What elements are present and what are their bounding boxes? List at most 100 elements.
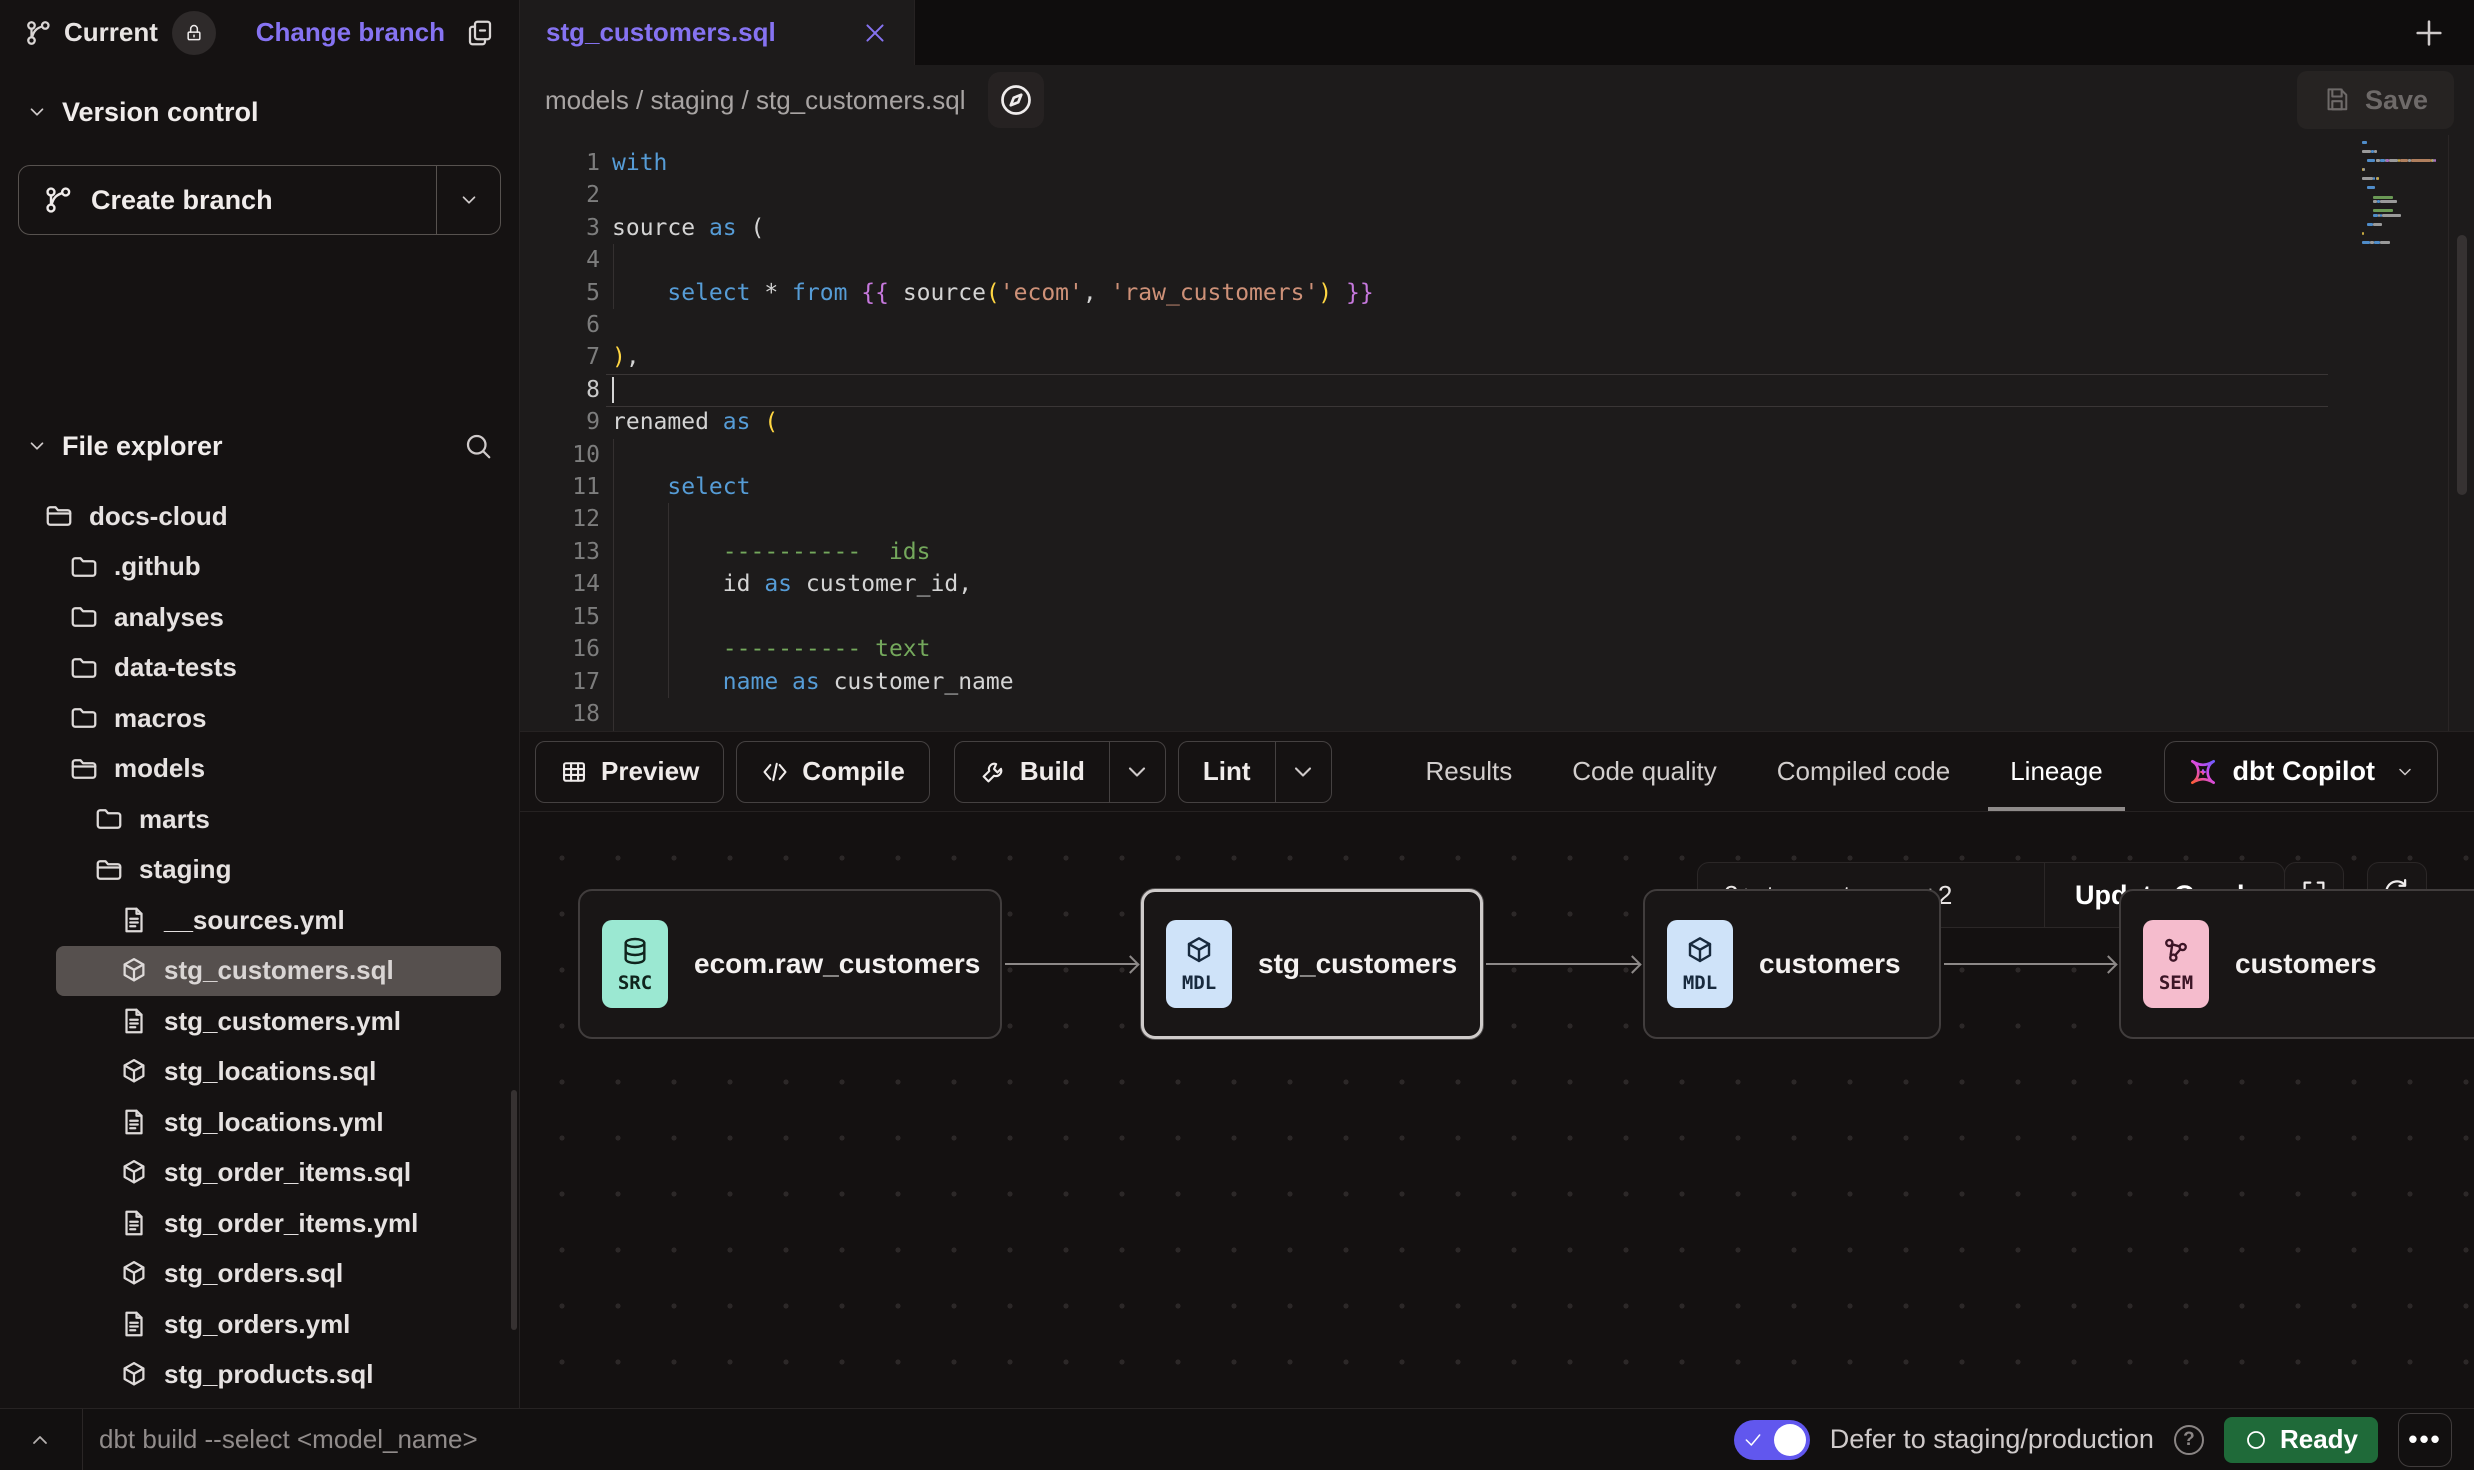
folder-icon	[69, 602, 99, 632]
code-editor[interactable]: 123456789101112131415161718192021222324 …	[520, 135, 2474, 731]
code-line-16: ---------- text	[612, 633, 1374, 665]
tree-item-macros[interactable]: macros	[18, 693, 501, 744]
code-line-17: name as customer_name	[612, 666, 1374, 698]
tab-stg-customers[interactable]: stg_customers.sql	[520, 0, 915, 65]
build-dropdown[interactable]	[1109, 742, 1165, 802]
folder-icon	[69, 703, 99, 733]
tree-item-stg-locations-yml[interactable]: stg_locations.yml	[18, 1097, 501, 1148]
tree-item-label: stg_orders.sql	[164, 1258, 343, 1289]
panel-tab-lineage[interactable]: Lineage	[1980, 732, 2133, 811]
tree-item-docs-cloud[interactable]: docs-cloud	[18, 491, 501, 542]
ready-status-badge[interactable]: Ready	[2224, 1417, 2378, 1463]
tree-item--github[interactable]: .github	[18, 542, 501, 593]
tree-item-stg-order-items-yml[interactable]: stg_order_items.yml	[18, 1198, 501, 1249]
cube-icon	[1183, 935, 1215, 967]
tree-item-label: marts	[139, 804, 210, 835]
tree-item-label: docs-cloud	[89, 501, 228, 532]
dbt-copilot-button[interactable]: dbt Copilot	[2164, 741, 2438, 803]
chevron-up-icon[interactable]	[28, 1428, 52, 1452]
tree-item-stg-customers-sql[interactable]: stg_customers.sql	[56, 946, 501, 997]
tree-item-stg-orders-sql[interactable]: stg_orders.sql	[18, 1249, 501, 1300]
node-label: customers	[1759, 948, 1901, 980]
lineage-node-customers-sem[interactable]: SEMcustomers	[2119, 889, 2474, 1039]
node-label: stg_customers	[1258, 948, 1457, 980]
badge-label: SEM	[2159, 972, 2193, 994]
copy-icon[interactable]	[465, 18, 495, 48]
version-control-header[interactable]: Version control	[18, 87, 501, 137]
code-line-5: select * from {{ source('ecom', 'raw_cus…	[612, 277, 1374, 309]
navigate-button[interactable]	[988, 72, 1044, 128]
code-line-18	[612, 698, 1374, 730]
create-branch-dropdown[interactable]	[436, 166, 500, 234]
panel-tab-code-quality[interactable]: Code quality	[1542, 732, 1747, 811]
help-icon[interactable]: ?	[2174, 1425, 2204, 1455]
cli-command-input[interactable]: dbt build --select <model_name>	[99, 1424, 478, 1455]
lineage-node-customers-mdl[interactable]: MDLcustomers	[1643, 889, 1941, 1039]
lineage-edge	[1944, 963, 2116, 965]
close-icon[interactable]	[862, 20, 888, 46]
tree-item-data-tests[interactable]: data-tests	[18, 643, 501, 694]
code-content: with source as ( select * from {{ source…	[612, 147, 1374, 731]
lint-button[interactable]: Lint	[1178, 741, 1332, 803]
code-line-12	[612, 503, 1374, 535]
mdl-badge: MDL	[1166, 920, 1232, 1008]
lock-icon	[184, 23, 204, 43]
more-options-button[interactable]: •••	[2398, 1413, 2452, 1467]
create-branch-button[interactable]: Create branch	[18, 165, 501, 235]
save-icon	[2323, 86, 2351, 114]
tree-item-stg-orders-yml[interactable]: stg_orders.yml	[18, 1299, 501, 1350]
tree-item-label: models	[114, 753, 205, 784]
line-numbers: 123456789101112131415161718192021222324	[520, 147, 600, 731]
tree-item-staging[interactable]: staging	[18, 845, 501, 896]
sidebar-scrollbar[interactable]	[511, 1090, 517, 1330]
panel-tab-compiled-code[interactable]: Compiled code	[1747, 732, 1980, 811]
dbt-copilot-icon	[2187, 756, 2219, 788]
change-branch-link[interactable]: Change branch	[256, 17, 445, 48]
defer-toggle[interactable]	[1734, 1420, 1810, 1460]
file-explorer-header[interactable]: File explorer	[18, 421, 501, 471]
preview-button[interactable]: Preview	[535, 741, 724, 803]
compile-button[interactable]: Compile	[736, 741, 930, 803]
text-cursor	[612, 377, 614, 403]
tree-item-models[interactable]: models	[18, 744, 501, 795]
build-button[interactable]: Build	[954, 741, 1166, 803]
chevron-down-icon	[1123, 758, 1151, 786]
lineage-node-stg-customers-mdl[interactable]: MDL stg_customers	[1141, 889, 1483, 1039]
tree-item-stg-locations-sql[interactable]: stg_locations.sql	[18, 1047, 501, 1098]
defer-label: Defer to staging/production	[1830, 1424, 2154, 1455]
lint-dropdown[interactable]	[1275, 742, 1331, 802]
tree-item-analyses[interactable]: analyses	[18, 592, 501, 643]
model-icon	[119, 1259, 149, 1289]
editor-tabbar: stg_customers.sql	[520, 0, 2474, 65]
branch-lock-badge	[172, 11, 216, 55]
tree-item-marts[interactable]: marts	[18, 794, 501, 845]
branch-header: Current Change branch	[0, 0, 519, 65]
code-line-2	[612, 179, 1374, 211]
search-icon[interactable]	[463, 431, 493, 461]
folder-icon	[69, 552, 99, 582]
git-branch-icon	[24, 18, 54, 48]
tree-item-stg-products-sql[interactable]: stg_products.sql	[18, 1350, 501, 1401]
file-icon	[119, 1006, 149, 1036]
tree-item-label: analyses	[114, 602, 224, 633]
save-button[interactable]: Save	[2297, 71, 2454, 129]
new-tab-plus-icon[interactable]	[2412, 16, 2446, 50]
code-line-9: renamed as (	[612, 406, 1374, 438]
sidebar: Current Change branch Version control Cr…	[0, 0, 520, 1408]
minimap[interactable]	[2362, 141, 2426, 250]
code-line-14: id as customer_id,	[612, 568, 1374, 600]
lineage-canvas[interactable]: 2+stg_customers+2 Update Graph SRCecom.r…	[520, 811, 2474, 1408]
file-explorer-title: File explorer	[62, 431, 223, 462]
tree-item-label: stg_orders.yml	[164, 1309, 350, 1340]
build-label: Build	[1020, 756, 1085, 787]
file-icon	[119, 1309, 149, 1339]
version-control-section: Version control Create branch	[0, 65, 519, 235]
panel-tab-results[interactable]: Results	[1396, 732, 1543, 811]
code-line-13: ---------- ids	[612, 536, 1374, 568]
node-label: ecom.raw_customers	[694, 948, 980, 980]
lineage-node-ecom-raw-customers-src[interactable]: SRCecom.raw_customers	[578, 889, 1002, 1039]
tree-item-stg-customers-yml[interactable]: stg_customers.yml	[18, 996, 501, 1047]
tree-item--sources-yml[interactable]: __sources.yml	[18, 895, 501, 946]
scrollbar-thumb[interactable]	[2457, 235, 2467, 495]
tree-item-stg-order-items-sql[interactable]: stg_order_items.sql	[18, 1148, 501, 1199]
